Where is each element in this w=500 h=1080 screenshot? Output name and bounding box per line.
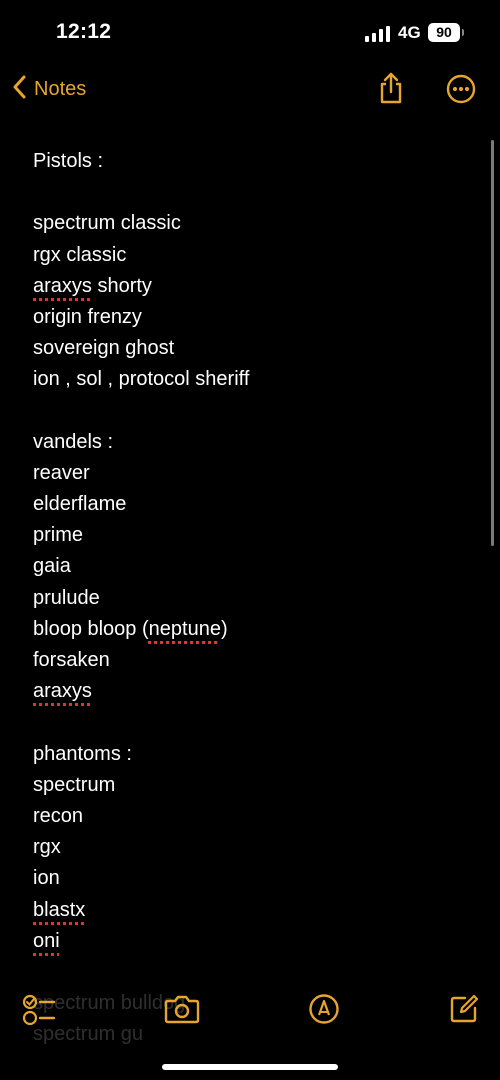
- scrollbar[interactable]: [491, 140, 494, 546]
- more-options-icon[interactable]: [446, 74, 476, 109]
- note-line: bloop bloop (neptune): [33, 614, 473, 645]
- note-line: rgx classic: [33, 243, 127, 266]
- note-line: spectrum: [33, 773, 116, 796]
- note-line: origin frenzy: [33, 305, 142, 328]
- misspelled-word[interactable]: oni: [33, 930, 60, 952]
- note-line: ion , sol , protocol sheriff: [33, 368, 250, 391]
- compose-icon[interactable]: [449, 994, 479, 1029]
- note-line: gaia: [33, 555, 71, 578]
- camera-icon[interactable]: [164, 994, 200, 1029]
- note-line: araxys: [33, 676, 473, 707]
- battery-icon: 90: [428, 23, 464, 42]
- bottom-toolbar: [0, 990, 500, 1030]
- note-line-text: shorty: [91, 274, 152, 297]
- note-line: forsaken: [33, 649, 110, 671]
- back-label: Notes: [34, 78, 87, 100]
- home-indicator[interactable]: [162, 1064, 338, 1070]
- chevron-left-icon: [12, 75, 26, 104]
- note-line: Pistols :: [33, 150, 104, 172]
- note-line: prime: [33, 524, 84, 547]
- note-line: rgx: [33, 836, 61, 859]
- status-bar: 12:12 4G 90: [0, 0, 500, 62]
- status-time: 12:12: [56, 20, 112, 43]
- note-body[interactable]: Pistols : spectrum classic rgx classic arax…: [33, 146, 473, 957]
- checklist-icon[interactable]: [22, 994, 56, 1031]
- misspelled-word[interactable]: araxys: [33, 680, 92, 702]
- note-line: reaver: [33, 461, 90, 484]
- misspelled-word[interactable]: araxys: [33, 275, 92, 297]
- note-line: prulude: [33, 586, 100, 609]
- misspelled-word[interactable]: blastx: [33, 899, 85, 921]
- note-line-text: ): [220, 617, 228, 640]
- note-line: spectrum classic: [33, 212, 181, 235]
- misspelled-word[interactable]: neptune: [149, 618, 221, 640]
- markup-icon[interactable]: [308, 993, 340, 1030]
- back-button[interactable]: Notes: [12, 75, 86, 104]
- navigation-bar: Notes: [0, 62, 500, 118]
- note-line: recon: [33, 804, 84, 827]
- note-line: blastx: [33, 895, 473, 926]
- share-icon[interactable]: [377, 72, 405, 109]
- cellular-signal-icon: [365, 26, 391, 47]
- note-line-text: bloop bloop (: [33, 617, 149, 640]
- note-line: araxys shorty: [33, 271, 473, 302]
- network-type: 4G: [398, 23, 421, 42]
- battery-level: 90: [428, 23, 460, 42]
- note-line: oni: [33, 926, 473, 957]
- note-line: phantoms :: [33, 742, 132, 765]
- note-line: elderflame: [33, 493, 127, 516]
- note-line: vandels :: [33, 430, 114, 453]
- note-line: sovereign ghost: [33, 337, 175, 360]
- note-line: ion: [33, 867, 60, 890]
